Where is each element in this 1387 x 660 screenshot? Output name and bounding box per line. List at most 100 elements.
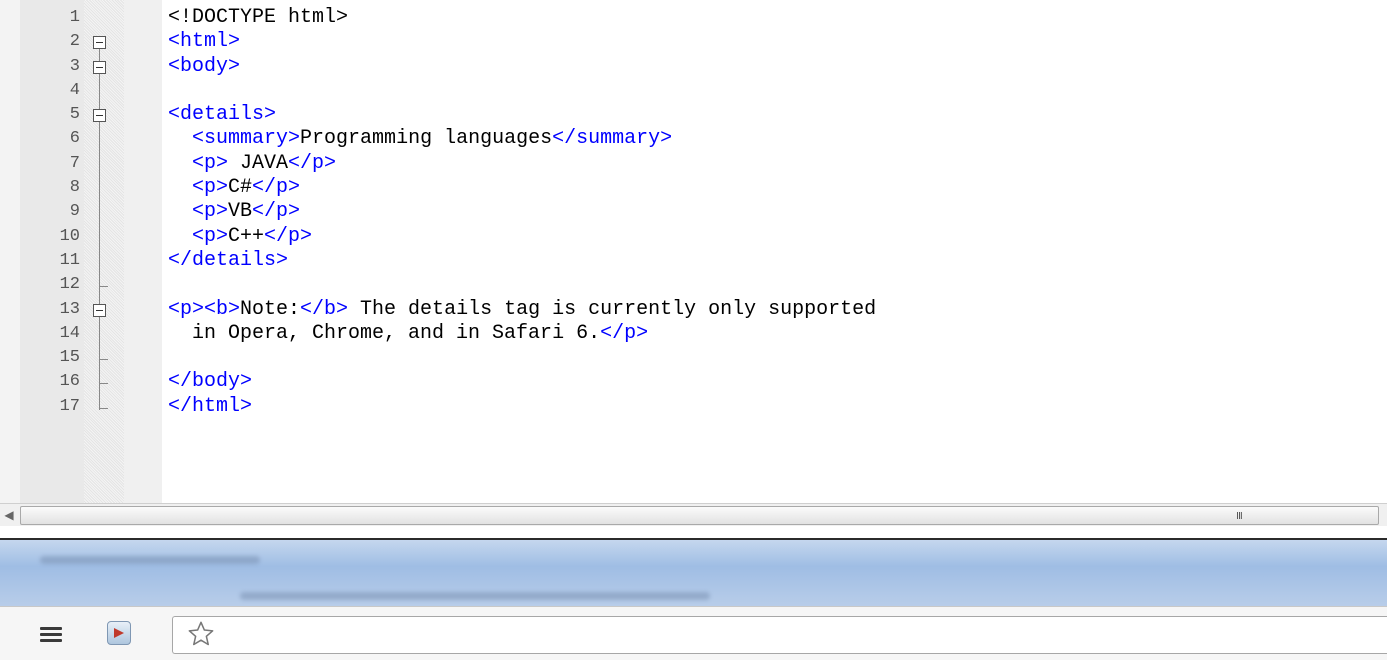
code-tag: </p> [264, 224, 313, 248]
code-line[interactable]: 16 </body> [0, 370, 1387, 394]
blurred-tab [40, 556, 260, 564]
code-text: in Opera, Chrome, and in Safari 6.</p> [168, 322, 648, 346]
line-number: 16 [59, 372, 80, 392]
code-line[interactable]: 10 <p>C++</p> [0, 225, 1387, 249]
code-text: <details> [168, 103, 276, 127]
code-tag: <html> [168, 30, 241, 54]
line-number: 10 [59, 226, 80, 246]
code-token: <!DOCTYPE html> [168, 6, 349, 29]
line-number: 8 [69, 178, 80, 198]
code-tag: </summary> [552, 127, 673, 151]
line-number: 11 [59, 250, 80, 270]
code-text: <!DOCTYPE html> [168, 6, 348, 30]
code-text: </details> [168, 249, 288, 273]
code-line[interactable]: 13 <p><b>Note:</b> The details tag is cur… [0, 298, 1387, 322]
code-tag: </p> [288, 151, 337, 175]
code-tag: </body> [168, 370, 253, 394]
code-tag: <details> [168, 103, 277, 127]
line-number: 12 [59, 275, 80, 295]
code-line[interactable]: 7 <p> JAVA</p> [0, 152, 1387, 176]
code-token: JAVA [228, 151, 289, 175]
scrollbar-grip: III [1236, 511, 1243, 522]
code-tag: <p> [192, 224, 229, 248]
fold-toggle-icon[interactable] [93, 109, 106, 123]
code-tag: <summary> [192, 127, 301, 151]
code-line[interactable]: 12 [0, 273, 1387, 297]
panel-divider [0, 526, 1387, 540]
code-token: Note: [240, 297, 301, 321]
code-token: VB [228, 200, 253, 224]
code-text: <p>C++</p> [168, 225, 312, 249]
code-line[interactable]: 5 <details> [0, 103, 1387, 127]
code-text: <p>VB</p> [168, 200, 300, 224]
line-number: 14 [59, 323, 80, 343]
code-tag: <body> [168, 54, 241, 78]
extension-icon[interactable] [107, 621, 131, 645]
code-line[interactable]: 15 [0, 346, 1387, 370]
code-token: C# [228, 176, 253, 200]
code-text: <body> [168, 55, 240, 79]
code-line[interactable]: 4 [0, 79, 1387, 103]
line-number: 2 [69, 32, 80, 52]
code-text: </body> [168, 370, 252, 394]
code-line[interactable]: 11 </details> [0, 249, 1387, 273]
code-line[interactable]: 9 <p>VB</p> [0, 200, 1387, 224]
blurred-address [240, 592, 710, 600]
horizontal-scrollbar[interactable]: ◀ III [0, 503, 1387, 527]
code-tag: <p><b> [168, 297, 241, 321]
code-line[interactable]: 14 in Opera, Chrome, and in Safari 6.</p… [0, 322, 1387, 346]
code-line[interactable]: 3 <body> [0, 55, 1387, 79]
code-tag: </details> [168, 248, 289, 272]
code-text: <html> [168, 30, 240, 54]
line-number: 6 [69, 129, 80, 149]
fold-toggle-icon[interactable] [93, 60, 106, 74]
code-tag: <p> [192, 151, 229, 175]
scroll-left-arrow-icon[interactable]: ◀ [0, 504, 18, 526]
code-line[interactable]: 1 <!DOCTYPE html> [0, 6, 1387, 30]
code-text: <p>C#</p> [168, 176, 300, 200]
code-tag: </p> [252, 176, 301, 200]
line-number: 13 [59, 299, 80, 319]
code-tag: </p> [252, 200, 301, 224]
line-number: 4 [69, 80, 80, 100]
code-token: Programming languages [300, 127, 553, 151]
line-number: 1 [69, 8, 80, 27]
code-line[interactable]: 17 </html> [0, 395, 1387, 419]
code-tag: </p> [600, 321, 649, 345]
line-number: 5 [69, 105, 80, 125]
code-tag: <p> [192, 176, 229, 200]
menu-icon[interactable] [40, 627, 62, 643]
code-text: <p> JAVA</p> [168, 152, 336, 176]
code-tag: </b> [300, 297, 349, 321]
line-number: 15 [59, 348, 80, 368]
line-number: 17 [59, 396, 80, 416]
code-editor[interactable]: 1 <!DOCTYPE html> 2 <html> 3 <body> 4 5 <details… [0, 0, 1387, 503]
code-text: <summary>Programming languages</summary> [168, 127, 672, 151]
address-bar[interactable] [172, 616, 1387, 654]
line-number: 3 [69, 56, 80, 76]
fold-toggle-icon[interactable] [93, 36, 106, 50]
line-number: 7 [69, 153, 80, 173]
star-icon[interactable] [186, 620, 216, 648]
browser-tab-strip [0, 540, 1387, 606]
code-text: </html> [168, 395, 252, 419]
scrollbar-thumb[interactable]: III [20, 506, 1379, 525]
fold-toggle-icon[interactable] [93, 303, 106, 317]
code-token: The details tag is currently only suppor… [348, 297, 877, 321]
line-number: 9 [69, 202, 80, 222]
code-text: <p><b>Note:</b> The details tag is curre… [168, 298, 876, 322]
code-tag: <p> [192, 200, 229, 224]
code-token: C++ [228, 224, 265, 248]
code-lines: 1 <!DOCTYPE html> 2 <html> 3 <body> 4 5 <details… [0, 6, 1387, 419]
code-line[interactable]: 8 <p>C#</p> [0, 176, 1387, 200]
code-line[interactable]: 2 <html> [0, 30, 1387, 54]
code-line[interactable]: 6 <summary>Programming languages</summar… [0, 127, 1387, 151]
code-tag: </html> [168, 394, 253, 418]
browser-toolbar [0, 606, 1387, 660]
code-token: in Opera, Chrome, and in Safari 6. [168, 321, 601, 345]
